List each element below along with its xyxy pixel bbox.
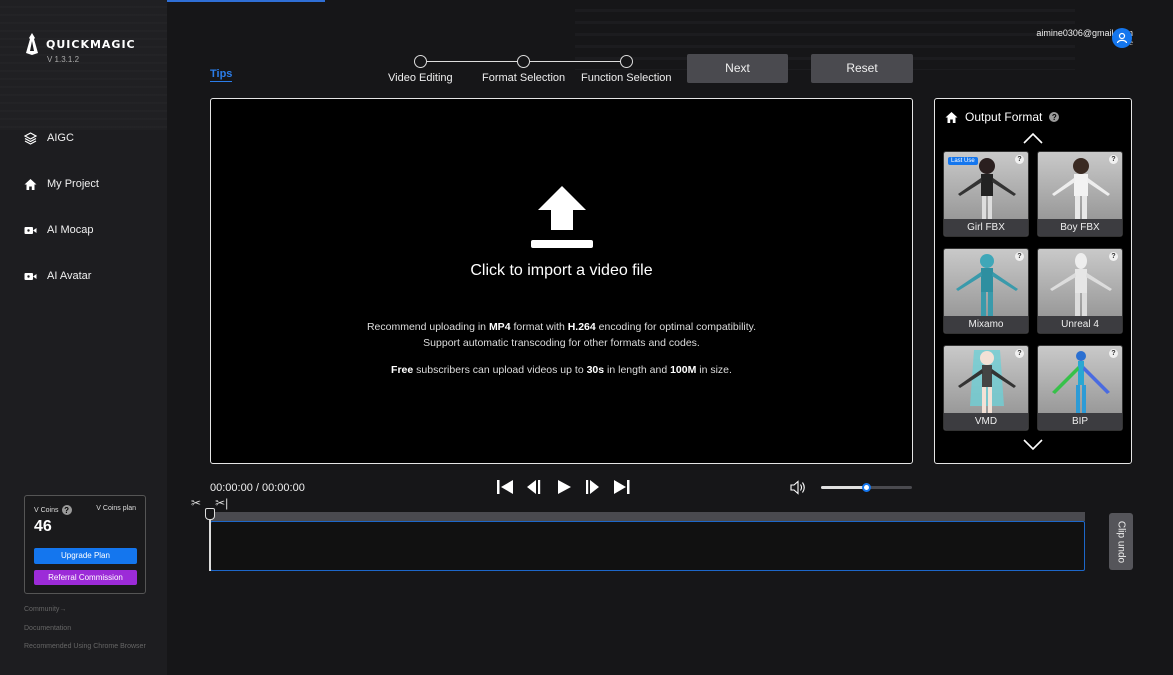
time-display: 00:00:00 / 00:00:00: [210, 482, 305, 494]
help-icon[interactable]: ?: [61, 505, 72, 515]
play-icon[interactable]: [554, 477, 573, 496]
referral-commission-button[interactable]: Referral Commission: [34, 570, 137, 585]
step-format-selection: Format Selection: [482, 72, 566, 84]
chevron-down-icon[interactable]: [1023, 439, 1043, 451]
coins-card: V Coins ? V Coins plan 46 Upgrade Plan R…: [24, 495, 146, 594]
format-name: BIP: [1038, 413, 1122, 430]
format-card-bip[interactable]: ? BIP: [1037, 345, 1123, 431]
output-format-title: Output Format ?: [945, 110, 1060, 124]
format-card-girl-fbx[interactable]: Last Use ? Girl FBX: [943, 151, 1029, 237]
chevron-up-icon[interactable]: [1023, 132, 1043, 144]
volume-handle[interactable]: [861, 483, 871, 492]
coins-label: V Coins: [34, 506, 59, 514]
scissors-icon[interactable]: ✂: [191, 496, 201, 510]
sidebar-item-label: AI Avatar: [47, 270, 92, 282]
output-format-panel: Output Format ? Last Use ? Girl FBX ? Bo…: [934, 98, 1132, 464]
sidebar-decoration: [0, 0, 167, 130]
help-icon[interactable]: ?: [1109, 252, 1118, 261]
documentation-link[interactable]: Documentation: [24, 625, 71, 632]
format-card-mixamo[interactable]: ? Mixamo: [943, 248, 1029, 334]
import-label: Click to import a video file: [470, 262, 653, 279]
help-icon[interactable]: ?: [1109, 349, 1118, 358]
step-dot: [517, 55, 530, 68]
next-button[interactable]: Next: [687, 54, 788, 83]
sidebar-nav: AIGC My Project AI Mocap AI Avatar: [22, 128, 162, 312]
coins-value: 46: [34, 518, 52, 535]
sidebar-item-label: AIGC: [47, 132, 74, 144]
timeline-track[interactable]: [210, 521, 1085, 571]
app-window: QUICKMAGIC V 1.3.1.2 AIGC My Project AI: [0, 0, 1173, 675]
last-use-badge: Last Use: [948, 157, 978, 165]
upload-icon: [531, 186, 593, 248]
video-camera-icon: [22, 268, 38, 284]
step-dot: [620, 55, 633, 68]
timeline-ruler: [210, 512, 1085, 521]
sidebar-item-label: My Project: [47, 178, 99, 190]
logo-icon: [26, 33, 38, 55]
step-indicator: Video Editing Format Selection Function …: [388, 55, 678, 85]
format-name: Mixamo: [944, 316, 1028, 333]
split-clip-icon[interactable]: ✂|: [215, 496, 228, 510]
format-recommendation: Recommend uploading in MP4 format with H…: [366, 321, 757, 333]
sidebar-item-label: AI Mocap: [47, 224, 94, 236]
reset-button[interactable]: Reset: [811, 54, 913, 83]
upload-limit-note: Free subscribers can upload videos up to…: [391, 364, 732, 376]
skip-to-start-icon[interactable]: [496, 477, 515, 496]
help-icon[interactable]: ?: [1049, 112, 1060, 122]
sidebar-item-aigc[interactable]: AIGC: [22, 128, 162, 148]
volume-fill: [821, 486, 867, 489]
transcoding-note: Support automatic transcoding for other …: [423, 337, 700, 349]
format-card-vmd[interactable]: ? VMD: [943, 345, 1029, 431]
upgrade-plan-button[interactable]: Upgrade Plan: [34, 548, 137, 564]
next-frame-icon[interactable]: [583, 477, 602, 496]
help-icon[interactable]: ?: [1015, 155, 1024, 164]
help-icon[interactable]: ?: [1015, 252, 1024, 261]
format-name: Unreal 4: [1038, 316, 1122, 333]
help-icon[interactable]: ?: [1109, 155, 1118, 164]
sidebar-item-my-project[interactable]: My Project: [22, 174, 162, 194]
format-name: Boy FBX: [1038, 219, 1122, 236]
step-dot: [414, 55, 427, 68]
format-card-unreal-4[interactable]: ? Unreal 4: [1037, 248, 1123, 334]
home-icon: [22, 176, 38, 192]
app-version: V 1.3.1.2: [47, 55, 80, 64]
coins-plan-link[interactable]: V Coins plan: [96, 505, 136, 512]
community-link[interactable]: Community→: [24, 606, 66, 613]
format-name: VMD: [944, 413, 1028, 430]
clip-undo-button[interactable]: Clip undo: [1109, 513, 1133, 570]
sidebar-item-ai-mocap[interactable]: AI Mocap: [22, 220, 162, 240]
chrome-note: Recommended Using Chrome Browser: [24, 643, 146, 650]
step-connector: [530, 61, 621, 62]
step-connector: [427, 61, 518, 62]
format-name: Girl FBX: [944, 219, 1028, 236]
logo: QUICKMAGIC: [24, 33, 136, 55]
brand-name: QUICKMAGIC: [46, 37, 136, 51]
output-format-label: Output Format: [965, 110, 1043, 124]
step-video-editing: Video Editing: [388, 72, 453, 84]
previous-frame-icon[interactable]: [525, 477, 544, 496]
playhead-handle[interactable]: [205, 508, 215, 520]
coins-label-row: V Coins ?: [34, 505, 72, 515]
home-icon: [945, 111, 958, 123]
help-icon[interactable]: ?: [1015, 349, 1024, 358]
volume-icon[interactable]: [790, 480, 807, 495]
clip-undo-label: Clip undo: [1115, 520, 1127, 563]
tips-link[interactable]: Tips: [210, 68, 233, 82]
avatar[interactable]: [1112, 28, 1132, 48]
sidebar: QUICKMAGIC V 1.3.1.2 AIGC My Project AI: [0, 0, 167, 675]
sidebar-item-ai-avatar[interactable]: AI Avatar: [22, 266, 162, 286]
user-icon: [1116, 32, 1128, 44]
video-import-dropzone[interactable]: Click to import a video file Recommend u…: [210, 98, 913, 464]
volume-slider[interactable]: [821, 483, 912, 492]
skip-to-end-icon[interactable]: [612, 477, 631, 496]
playback-controls: [496, 477, 631, 496]
layers-icon: [22, 130, 38, 146]
step-function-selection: Function Selection: [581, 72, 672, 84]
video-camera-icon: [22, 222, 38, 238]
format-card-boy-fbx[interactable]: ? Boy FBX: [1037, 151, 1123, 237]
